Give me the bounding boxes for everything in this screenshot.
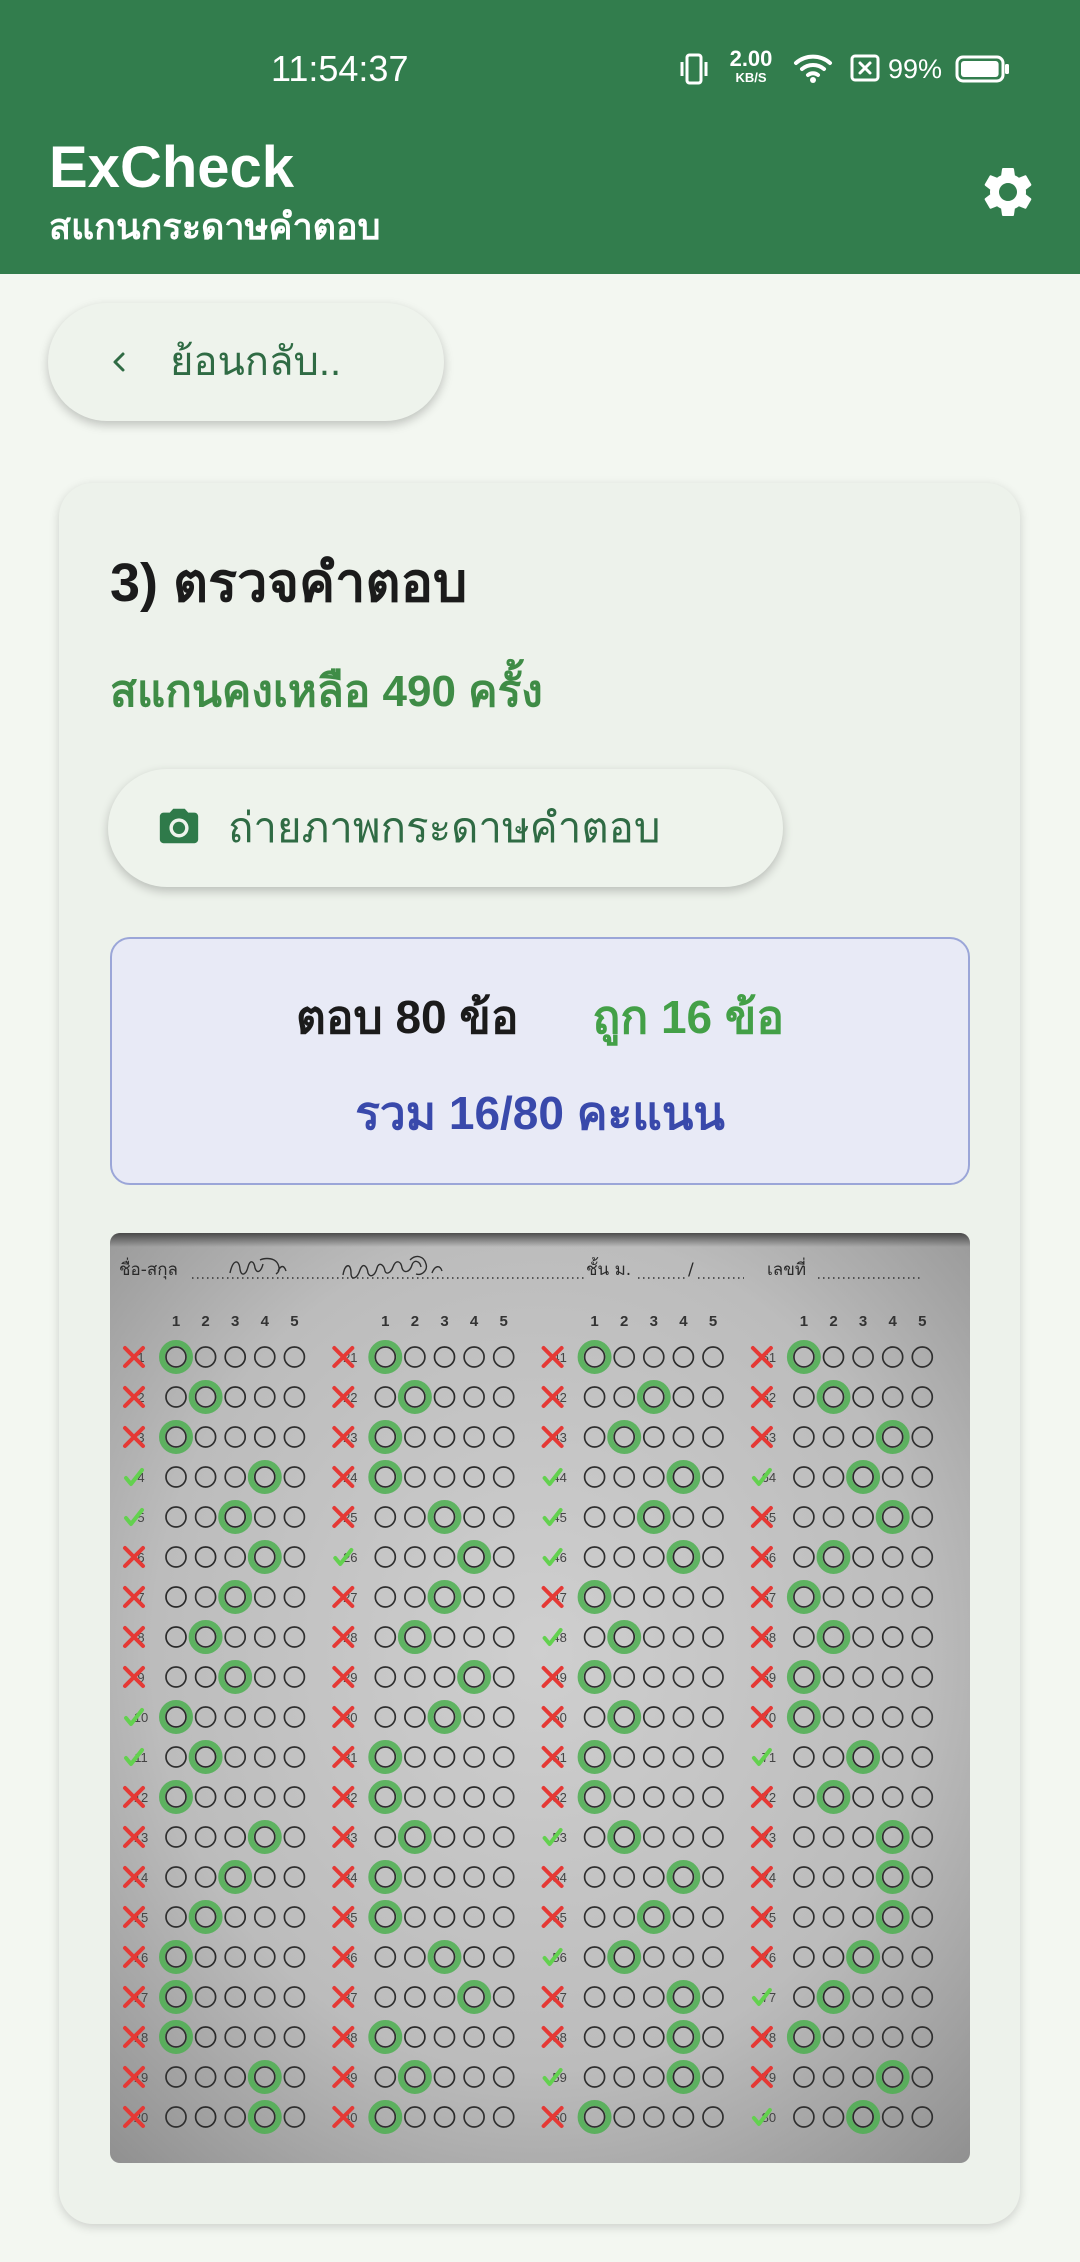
answered-count: ตอบ 80 ข้อ [295, 991, 519, 1043]
choice-label: 1 [381, 1313, 389, 1330]
choice-label: 5 [709, 1313, 717, 1330]
answer-sheet-image: ชื่อ-สกุล ชั้น ม. / เลขที่ 1234512345678… [110, 1233, 970, 2163]
back-button-label: ย้อนกลับ.. [170, 340, 342, 384]
network-speed-value: 2.00 [729, 46, 773, 71]
choice-label: 5 [918, 1313, 926, 1330]
choice-label: 3 [859, 1313, 867, 1330]
sheet-class-separator: / [688, 1260, 694, 1280]
answer-sheet-graphic: ชื่อ-สกุล ชั้น ม. / เลขที่ 1 2 3 4 512345678… [110, 1233, 970, 2163]
gear-icon[interactable] [978, 162, 1038, 222]
sheet-number-label: เลขที่ [767, 1257, 806, 1280]
choice-label: 3 [440, 1313, 448, 1330]
choice-label: 4 [889, 1313, 898, 1330]
sheet-name-label: ชื่อ-สกุล [119, 1257, 178, 1280]
result-counts: ตอบ 80 ข้อ ถูก 16 ข้อ [112, 985, 968, 1049]
app-header: 11:54:37 2.00 KB/S 99% ExCheck สแกนกระดา… [0, 0, 1080, 274]
result-summary: ตอบ 80 ข้อ ถูก 16 ข้อ รวม 16/80 คะแนน [110, 937, 970, 1185]
remaining-scans: สแกนคงเหลือ 490 ครั้ง [110, 667, 543, 716]
network-speed-unit: KB/S [735, 70, 767, 85]
battery-level-fill [961, 61, 999, 77]
chevron-left-icon [113, 352, 125, 372]
choice-label: 4 [470, 1313, 479, 1330]
step-title: 3) ตรวจคำตอบ [110, 553, 468, 613]
check-answers-card: 3) ตรวจคำตอบ สแกนคงเหลือ 490 ครั้ง ถ่ายภ… [59, 483, 1020, 2224]
sheet-edge-shadow [110, 1233, 970, 1247]
sim-no-service-icon [850, 54, 880, 82]
status-bar: 11:54:37 2.00 KB/S 99% [0, 0, 1080, 110]
take-photo-label: ถ่ายภาพกระดาษคำตอบ [228, 804, 661, 851]
battery-icon [955, 55, 1009, 83]
network-speed: 2.00 KB/S [722, 46, 780, 86]
vibrate-icon [680, 53, 708, 85]
choice-label: 5 [500, 1313, 508, 1330]
sheet-paper [110, 1233, 970, 2163]
camera-icon [159, 808, 199, 844]
choice-label: 4 [679, 1313, 688, 1330]
wifi-icon [794, 54, 832, 83]
choice-label: 4 [261, 1313, 270, 1330]
app-subtitle: สแกนกระดาษคำตอบ [49, 206, 381, 247]
total-score: รวม 16/80 คะแนน [355, 1087, 725, 1139]
choice-label: 1 [172, 1313, 180, 1330]
correct-count: ถูก 16 ข้อ [592, 991, 784, 1043]
app-title: ExCheck [49, 135, 295, 200]
back-button[interactable]: ย้อนกลับ.. [48, 303, 444, 421]
status-time: 11:54:37 [271, 48, 409, 89]
choice-label: 1 [800, 1313, 808, 1330]
choice-label: 2 [620, 1313, 628, 1330]
choice-label: 3 [231, 1313, 239, 1330]
take-photo-button[interactable]: ถ่ายภาพกระดาษคำตอบ [108, 769, 783, 887]
choice-label: 3 [650, 1313, 658, 1330]
choice-label: 2 [201, 1313, 209, 1330]
choice-label: 2 [411, 1313, 419, 1330]
choice-label: 1 [590, 1313, 598, 1330]
sheet-class-label: ชั้น ม. [586, 1257, 631, 1280]
battery-percent: 99% [888, 54, 943, 84]
choice-label: 2 [829, 1313, 837, 1330]
choice-label: 5 [290, 1313, 298, 1330]
